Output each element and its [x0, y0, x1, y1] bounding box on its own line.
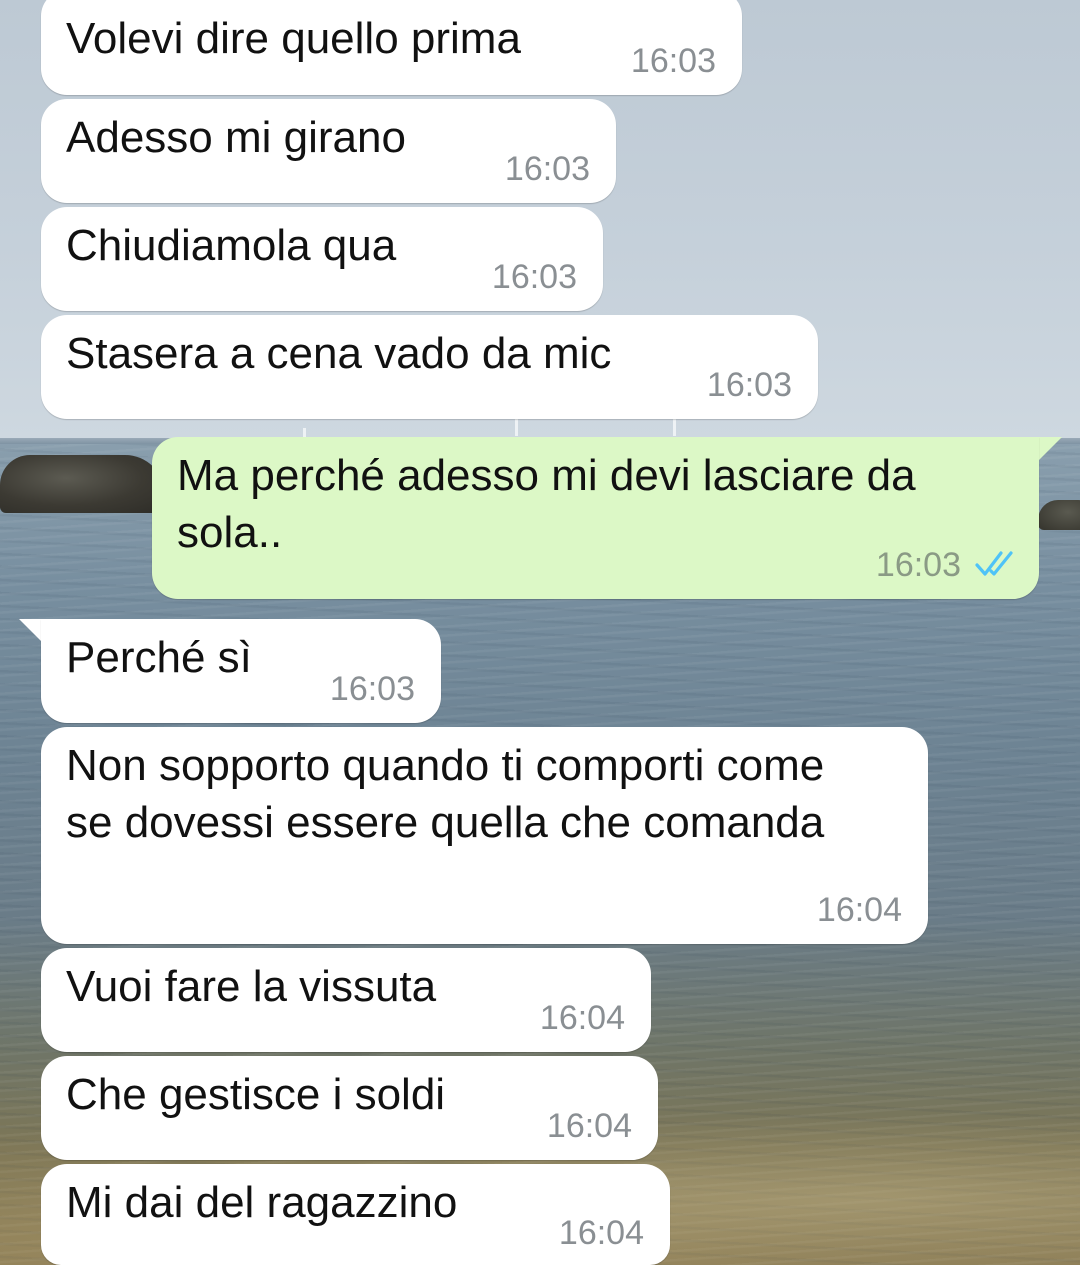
message-text: Mi dai del ragazzino: [66, 1178, 458, 1227]
message-time: 16:04: [546, 1107, 632, 1145]
double-check-read-icon: [975, 551, 1013, 576]
incoming-message[interactable]: Stasera a cena vado da mic 16:03: [41, 315, 818, 419]
message-text: Che gestisce i soldi: [66, 1070, 446, 1119]
message-time: 16:04: [558, 1214, 644, 1252]
message-time: 16:03: [875, 546, 961, 584]
incoming-message[interactable]: Chiudiamola qua 16:03: [41, 207, 603, 311]
incoming-message[interactable]: Non sopporto quando ti comporti come se …: [41, 727, 928, 944]
message-time: 16:03: [491, 258, 577, 296]
message-text: Non sopporto quando ti comporti come se …: [66, 741, 825, 847]
message-time: 16:04: [539, 999, 625, 1037]
message-time: 16:03: [329, 670, 415, 708]
outgoing-message[interactable]: Ma perché adesso mi devi lasciare da sol…: [152, 437, 1039, 599]
incoming-message[interactable]: Perché sì 16:03: [41, 619, 441, 723]
incoming-bubble-tail: [19, 619, 43, 643]
message-list[interactable]: Volevi dire quello prima 16:03 Adesso mi…: [0, 0, 1080, 1265]
message-text: Stasera a cena vado da mic: [66, 329, 612, 378]
incoming-message[interactable]: Vuoi fare la vissuta 16:04: [41, 948, 651, 1052]
message-time: 16:03: [706, 366, 792, 404]
incoming-message[interactable]: Adesso mi girano 16:03: [41, 99, 616, 203]
incoming-message[interactable]: Volevi dire quello prima 16:03: [41, 0, 742, 95]
outgoing-bubble-tail: [1038, 437, 1062, 461]
message-text: Ma perché adesso mi devi lasciare da sol…: [177, 451, 916, 557]
message-text: Perché sì: [66, 633, 252, 682]
message-text: Chiudiamola qua: [66, 221, 397, 270]
message-text: Vuoi fare la vissuta: [66, 962, 437, 1011]
incoming-message[interactable]: Che gestisce i soldi 16:04: [41, 1056, 658, 1160]
message-time: 16:03: [630, 42, 716, 80]
incoming-message[interactable]: Mi dai del ragazzino 16:04: [41, 1164, 670, 1265]
message-text: Volevi dire quello prima: [66, 14, 521, 63]
message-text: Adesso mi girano: [66, 113, 406, 162]
message-time: 16:03: [504, 150, 590, 188]
message-time: 16:04: [816, 891, 902, 929]
